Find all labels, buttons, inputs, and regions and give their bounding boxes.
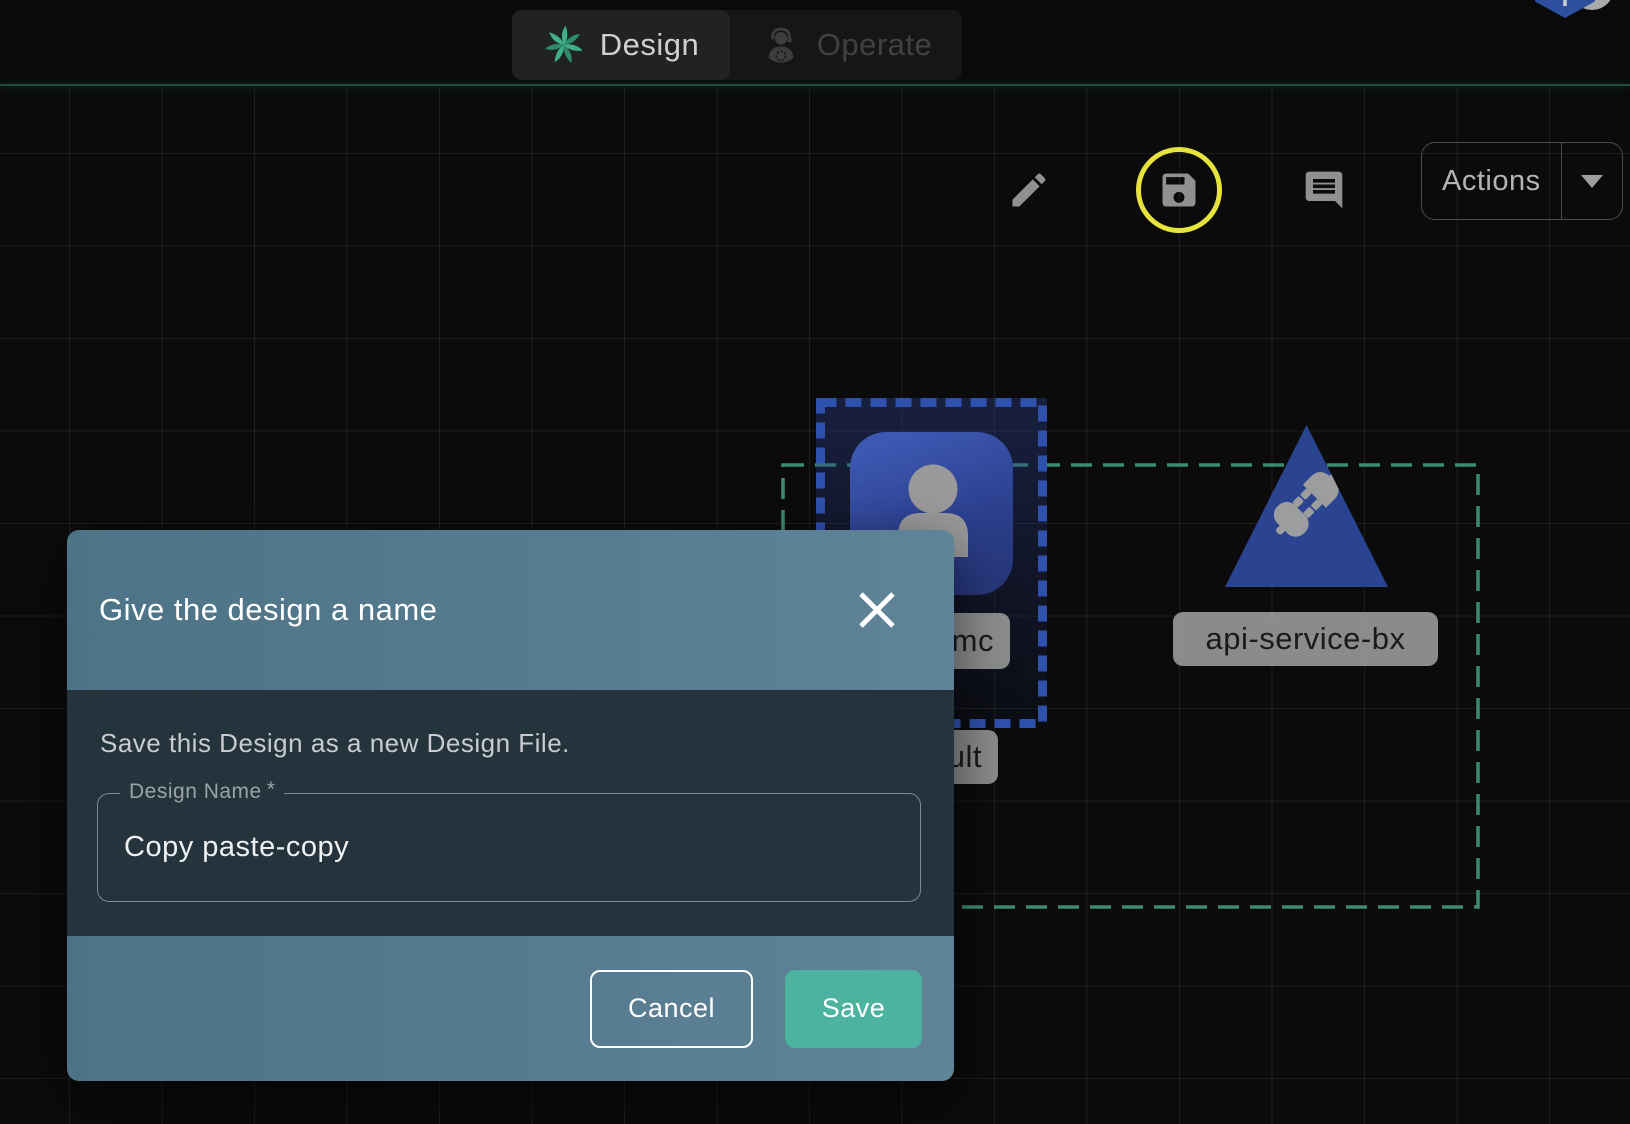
design-name-input[interactable] (98, 794, 920, 901)
required-marker: * (267, 778, 276, 801)
design-name-field: Design Name* (97, 793, 921, 902)
save-button[interactable]: Save (785, 970, 922, 1048)
comment-icon[interactable] (1302, 168, 1346, 212)
tab-operate[interactable]: Operate (730, 10, 962, 80)
topbar-divider (0, 84, 1630, 86)
save-design-dialog: Give the design a name Save this Design … (67, 530, 954, 1081)
kubernetes-wheel-icon (1541, 0, 1589, 8)
tab-design[interactable]: Design (512, 10, 730, 80)
operator-headset-icon (760, 24, 802, 66)
dialog-description: Save this Design as a new Design File. (100, 728, 921, 759)
dialog-footer: Cancel Save (67, 936, 954, 1081)
dialog-title: Give the design a name (99, 592, 437, 628)
meshery-logo-icon (543, 24, 585, 66)
design-name-label: Design Name* (120, 780, 284, 804)
chevron-down-icon (1581, 175, 1603, 188)
edit-icon[interactable] (1007, 168, 1051, 212)
actions-dropdown-toggle[interactable] (1561, 143, 1622, 219)
dialog-body: Save this Design as a new Design File. D… (67, 690, 954, 936)
close-button[interactable] (853, 586, 901, 634)
tab-design-label: Design (600, 27, 700, 63)
close-icon (857, 590, 897, 630)
mode-tabs: Design Operate (512, 10, 962, 80)
dialog-header: Give the design a name (67, 530, 954, 690)
tab-operate-label: Operate (817, 27, 933, 63)
save-icon[interactable] (1157, 168, 1201, 212)
actions-button-label[interactable]: Actions (1422, 143, 1561, 219)
api-service-node-label: api-service-bx (1173, 612, 1438, 666)
actions-button[interactable]: Actions (1421, 142, 1623, 220)
cancel-button[interactable]: Cancel (590, 970, 753, 1048)
app-window: mc ult api-service-bx Actions (0, 0, 1630, 1124)
